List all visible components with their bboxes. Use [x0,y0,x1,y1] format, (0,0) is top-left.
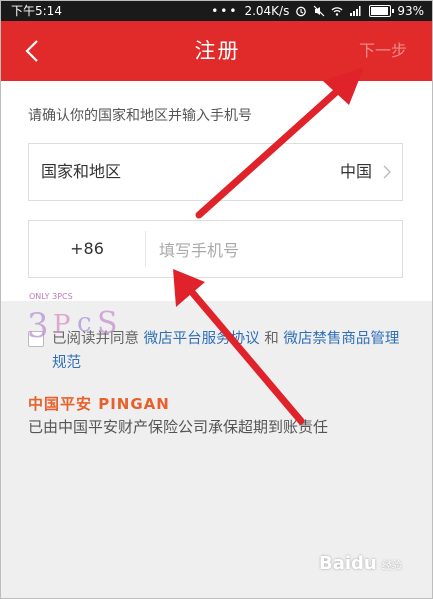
mute-icon [313,5,325,17]
form-hint: 请确认你的国家和地区并输入手机号 [28,108,252,124]
insurance-note: 已由中国平安财产保险公司承保超期到账责任 [28,418,329,436]
next-step-button[interactable]: 下一步 [359,21,407,81]
service-agreement-link[interactable]: 微店平台服务协议 [144,331,260,347]
wifi-icon [331,7,343,16]
form-area: 请确认你的国家和地区并输入手机号 国家和地区 中国 +86 [1,81,432,301]
baidu-logo-text: Baidu [319,553,377,574]
network-speed: 2.04K/s [244,4,290,18]
battery-icon [369,5,395,17]
alarm-icon [296,6,307,17]
status-bar: 下午5:14 ••• 2.04K/s 93% [1,1,432,21]
pingan-logo: 中国平安 PINGAN [28,395,170,413]
phone-divider [145,231,146,267]
agreement-text: 已阅读并同意 微店平台服务协议 和 微店禁售商品管理规范 [28,327,408,375]
notification-dots-icon: ••• [211,4,239,18]
agree-checkbox[interactable] [28,331,44,347]
phone-input[interactable] [157,229,391,271]
country-selector[interactable]: 国家和地区 中国 [28,143,403,201]
status-time: 下午5:14 [11,4,62,18]
baidu-sub-text: 经验 [381,561,402,572]
baidu-watermark: Baidu 经验 [319,553,417,583]
battery-percent: 93% [397,4,424,18]
agreement-and: 和 [264,331,279,347]
chevron-right-icon [383,165,391,179]
phone-field-row: +86 [28,220,403,278]
app-screen: 下午5:14 ••• 2.04K/s 93% 注册 下一步 请确认你的国家和地区… [0,0,433,599]
agreement-area: 已阅读并同意 微店平台服务协议 和 微店禁售商品管理规范 ONLY 3PCS 3… [1,292,432,598]
country-value: 中国 [339,162,372,181]
country-label: 国家和地区 [41,162,122,181]
phone-country-code[interactable]: +86 [29,221,145,277]
status-right: ••• 2.04K/s 93% [211,1,424,21]
signal-icon [350,6,361,16]
header-bar: 注册 下一步 [1,21,432,81]
agreement-prefix: 已阅读并同意 [52,331,139,347]
